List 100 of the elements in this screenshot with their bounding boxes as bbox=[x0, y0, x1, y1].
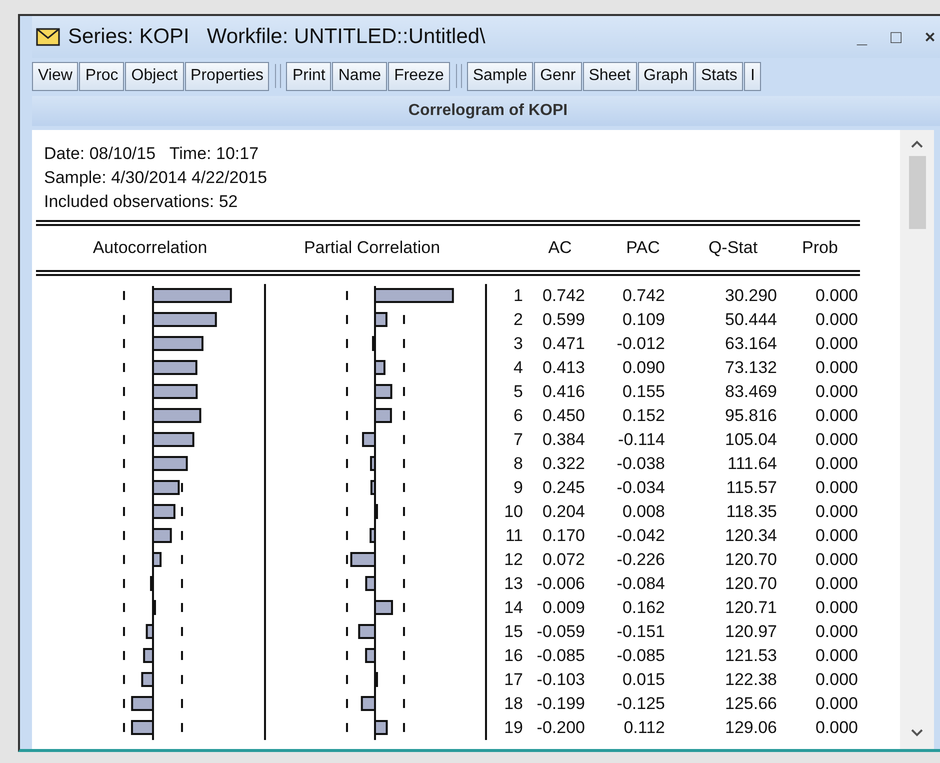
lag-cell: 9 bbox=[485, 476, 523, 500]
confidence-mark bbox=[346, 555, 348, 564]
ac-cell-text: 0.471 bbox=[541, 334, 585, 354]
prob-cell-text: 0.000 bbox=[814, 526, 858, 546]
column-header: Prob bbox=[802, 238, 838, 258]
lag-cell: 6 bbox=[485, 404, 523, 428]
lag-cell: 18 bbox=[485, 692, 523, 716]
lag-cell: 5 bbox=[485, 380, 523, 404]
prob-cell-text: 0.000 bbox=[814, 670, 858, 690]
window-control-button[interactable]: □ bbox=[882, 26, 910, 48]
ac-cell-text: 0.204 bbox=[541, 502, 585, 522]
confidence-mark bbox=[123, 387, 125, 396]
pac-cell-text: 0.155 bbox=[621, 382, 665, 402]
confidence-mark bbox=[403, 579, 405, 588]
prob-cell-text: 0.000 bbox=[814, 550, 858, 570]
toolbar-button[interactable]: I bbox=[744, 62, 761, 90]
pac-cell-text: 0.152 bbox=[621, 406, 665, 426]
confidence-mark bbox=[403, 627, 405, 636]
prob-cell-text: 0.000 bbox=[814, 646, 858, 666]
confidence-mark bbox=[123, 291, 125, 300]
lag-cell: 19 bbox=[485, 716, 523, 740]
confidence-mark bbox=[123, 531, 125, 540]
toolbar-button[interactable]: Genr bbox=[534, 62, 582, 90]
confidence-mark bbox=[403, 699, 405, 708]
lag-cell: 13 bbox=[485, 572, 523, 596]
window-control-button[interactable]: _ bbox=[848, 26, 876, 48]
ac-cell-text: 0.599 bbox=[541, 310, 585, 330]
toolbar-button[interactable]: Freeze bbox=[388, 62, 450, 90]
prob-cell-text: 0.000 bbox=[814, 334, 858, 354]
toolbar-button[interactable]: View bbox=[32, 62, 78, 90]
q-stat-cell-text: 115.57 bbox=[725, 478, 777, 498]
pac-cell-text: 0.090 bbox=[621, 358, 665, 378]
column-header: AC bbox=[548, 238, 572, 258]
q-stat-cell-text: 111.64 bbox=[726, 454, 777, 474]
confidence-mark bbox=[123, 627, 125, 636]
confidence-mark bbox=[181, 555, 183, 564]
partial-correlation-bar bbox=[370, 480, 376, 495]
pac-cell-text: 0.008 bbox=[621, 502, 665, 522]
lag-cell: 10 bbox=[485, 500, 523, 524]
autocorrelation-bar bbox=[152, 432, 194, 447]
confidence-mark bbox=[403, 531, 405, 540]
lag-cell: 1 bbox=[485, 284, 523, 308]
partial-correlation-bar bbox=[370, 528, 376, 543]
prob-cell-text: 0.000 bbox=[814, 694, 858, 714]
confidence-mark bbox=[346, 291, 348, 300]
partial-correlation-bar bbox=[360, 696, 376, 711]
scroll-thumb[interactable] bbox=[908, 156, 926, 229]
view-title-bar: Correlogram of KOPI bbox=[32, 96, 940, 126]
confidence-mark bbox=[346, 339, 348, 348]
pac-cell-text: -0.038 bbox=[616, 454, 665, 474]
partial-correlation-bar bbox=[358, 624, 376, 639]
autocorrelation-bar bbox=[141, 672, 154, 687]
toolbar-button[interactable]: Object bbox=[125, 62, 184, 90]
partial-correlation-bar bbox=[365, 648, 376, 663]
confidence-mark bbox=[346, 627, 348, 636]
info-line: Included observations: 52 bbox=[44, 191, 239, 213]
toolbar-button[interactable]: Sheet bbox=[582, 62, 636, 90]
prob-cell-text: 0.000 bbox=[814, 406, 858, 426]
toolbar-button[interactable]: Sample bbox=[466, 62, 534, 90]
toolbar-button[interactable]: Proc bbox=[79, 62, 124, 90]
lag-cell: 2 bbox=[485, 308, 523, 332]
q-stat-cell-text: 73.132 bbox=[724, 358, 777, 378]
confidence-mark bbox=[403, 507, 405, 516]
toolbar-button[interactable]: Properties bbox=[184, 62, 270, 90]
ac-cell-text: 0.742 bbox=[541, 286, 585, 306]
pac-cell-text: 0.015 bbox=[621, 670, 665, 690]
lag-cell: 15 bbox=[485, 620, 523, 644]
vertical-scrollbar[interactable] bbox=[900, 130, 934, 749]
lag-cell: 8 bbox=[485, 452, 523, 476]
confidence-mark bbox=[346, 603, 348, 612]
toolbar-button[interactable]: Graph bbox=[638, 62, 694, 90]
confidence-mark bbox=[123, 435, 125, 444]
confidence-mark bbox=[123, 483, 125, 492]
toolbar-button[interactable]: Stats bbox=[694, 62, 744, 90]
pac-cell-text: 0.109 bbox=[621, 310, 665, 330]
autocorrelation-bar bbox=[152, 312, 217, 327]
pac-cell-text: -0.084 bbox=[616, 574, 665, 594]
info-line: Date: 08/10/15 Time: 10:17 bbox=[44, 143, 260, 165]
autocorrelation-bar bbox=[143, 648, 154, 663]
toolbar-button[interactable]: Print bbox=[286, 62, 332, 90]
confidence-mark bbox=[403, 387, 405, 396]
prob-cell-text: 0.000 bbox=[814, 454, 858, 474]
confidence-mark bbox=[181, 603, 183, 612]
column-header: Q-Stat bbox=[708, 238, 758, 258]
prob-cell-text: 0.000 bbox=[814, 598, 858, 618]
scroll-up-icon[interactable] bbox=[911, 140, 923, 148]
confidence-mark bbox=[181, 627, 183, 636]
q-stat-cell-text: 120.70 bbox=[724, 574, 777, 594]
scroll-down-icon[interactable] bbox=[911, 729, 923, 737]
partial-correlation-bar bbox=[372, 336, 376, 351]
ac-cell-text: 0.009 bbox=[541, 598, 585, 618]
window-control-button[interactable]: × bbox=[916, 26, 940, 48]
toolbar-button[interactable]: Name bbox=[332, 62, 388, 90]
q-stat-cell-text: 120.70 bbox=[724, 550, 777, 570]
confidence-mark bbox=[346, 531, 348, 540]
confidence-mark bbox=[403, 651, 405, 660]
ac-cell-text: 0.322 bbox=[541, 454, 585, 474]
partial-correlation-bar bbox=[350, 552, 376, 567]
column-header: Partial Correlation bbox=[304, 238, 440, 258]
pac-cell-text: -0.085 bbox=[616, 646, 665, 666]
